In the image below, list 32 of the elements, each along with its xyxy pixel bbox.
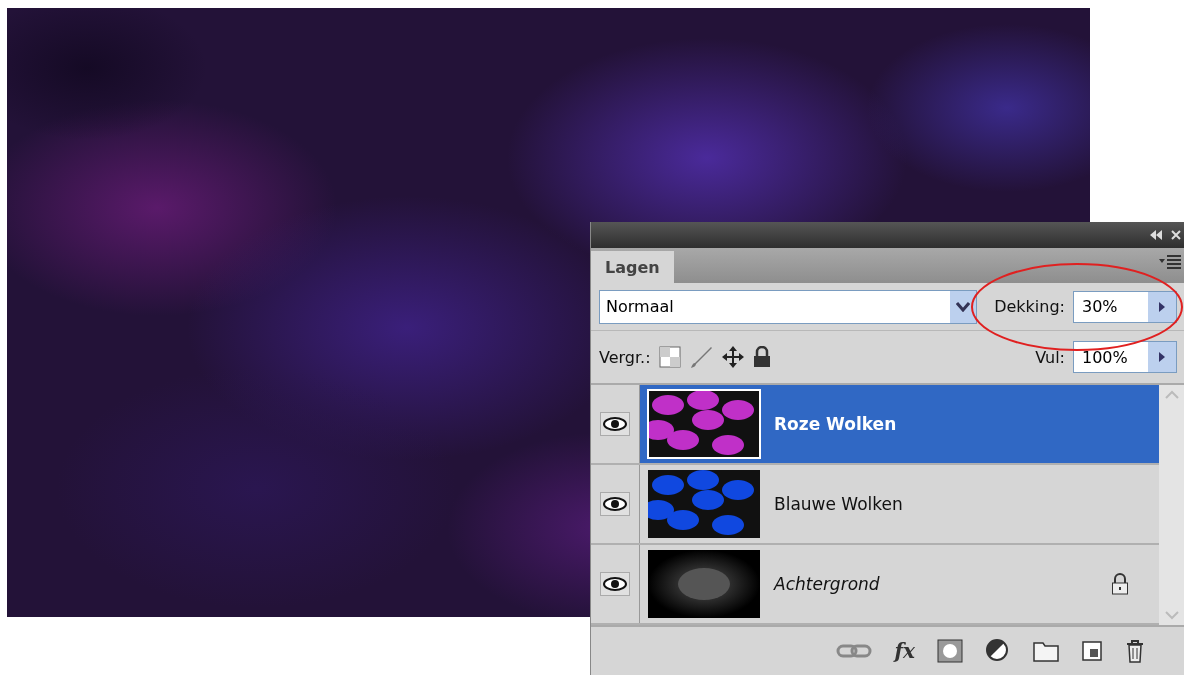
layer-row[interactable]: Achtergrond bbox=[640, 545, 1159, 623]
lock-icon[interactable] bbox=[752, 346, 771, 368]
layers-tab[interactable]: Lagen bbox=[591, 251, 674, 283]
brush-icon[interactable] bbox=[688, 345, 713, 369]
layer-row[interactable]: Blauwe Wolken bbox=[640, 465, 1159, 543]
new-layer-icon[interactable] bbox=[1081, 640, 1103, 662]
eye-icon[interactable] bbox=[600, 492, 630, 516]
layer-name: Blauwe Wolken bbox=[774, 494, 903, 514]
panel-menu-icon[interactable] bbox=[1159, 255, 1181, 269]
blend-mode-dropdown[interactable]: Normaal bbox=[599, 289, 977, 324]
collapse-icon[interactable] bbox=[1149, 230, 1163, 240]
folder-icon[interactable] bbox=[1033, 640, 1059, 662]
lock-label: Vergr.: bbox=[599, 347, 651, 367]
opacity-field[interactable]: 30% bbox=[1073, 290, 1177, 323]
arrow-icon bbox=[1158, 351, 1166, 363]
caret-icon bbox=[956, 301, 970, 312]
half-circle-icon[interactable] bbox=[985, 638, 1011, 664]
close-icon[interactable] bbox=[1171, 230, 1181, 240]
arrow-icon bbox=[1158, 300, 1166, 313]
checkerboard-icon[interactable] bbox=[658, 346, 681, 368]
trash-icon[interactable] bbox=[1125, 639, 1145, 663]
layer-row[interactable]: Roze Wolken bbox=[640, 385, 1159, 463]
opacity-label: Dekking: bbox=[994, 297, 1065, 316]
move-icon[interactable] bbox=[720, 345, 745, 369]
fx-icon[interactable]: fx bbox=[894, 639, 915, 663]
eye-icon[interactable] bbox=[600, 412, 630, 436]
fill-field[interactable]: 100% bbox=[1073, 341, 1177, 373]
layer-name: Roze Wolken bbox=[774, 414, 897, 434]
fill-label: Vul: bbox=[1035, 347, 1065, 367]
mask-icon[interactable] bbox=[937, 639, 963, 663]
layer-name: Achtergrond bbox=[774, 574, 880, 594]
eye-icon[interactable] bbox=[600, 572, 630, 596]
